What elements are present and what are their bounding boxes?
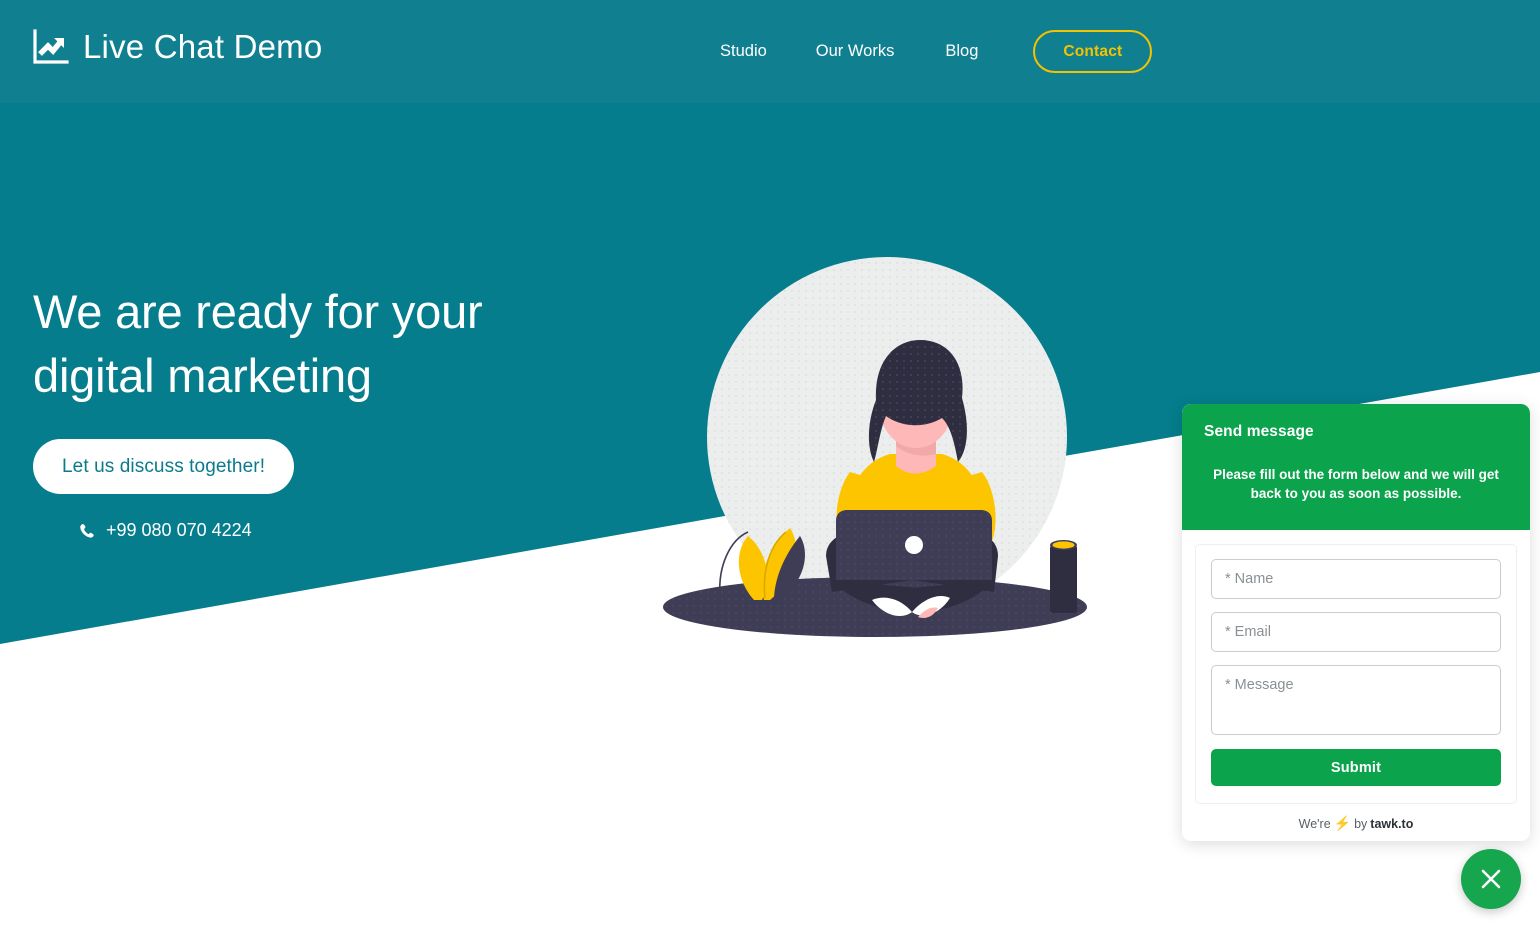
chat-widget-title: Send message xyxy=(1204,423,1314,440)
top-navigation-bar: Live Chat Demo Studio Our Works Blog Con… xyxy=(0,0,1540,103)
phone-icon xyxy=(79,523,95,539)
chat-widget-header: Send message Please fill out the form be… xyxy=(1182,404,1530,530)
chat-widget-footer[interactable]: We're ⚡ by tawk.to xyxy=(1182,815,1530,832)
nav-links: Studio Our Works Blog Contact xyxy=(700,0,1153,103)
message-input[interactable] xyxy=(1211,665,1501,735)
close-icon xyxy=(1477,865,1505,893)
nav-link-our-works[interactable]: Our Works xyxy=(816,42,895,61)
name-input[interactable] xyxy=(1211,559,1501,599)
footer-prefix: We're xyxy=(1298,816,1331,831)
phone-contact[interactable]: +99 080 070 4224 xyxy=(79,520,673,541)
woman-sitting-with-laptop-illustration xyxy=(650,240,1120,640)
page-root: Live Chat Demo Studio Our Works Blog Con… xyxy=(0,0,1540,926)
lightning-bolt-icon: ⚡ xyxy=(1333,815,1352,831)
phone-number: +99 080 070 4224 xyxy=(106,520,252,540)
footer-brand: tawk.to xyxy=(1370,816,1414,831)
nav-link-studio[interactable]: Studio xyxy=(720,42,767,61)
page-title: We are ready for your digital marketing xyxy=(33,280,673,408)
lets-discuss-button[interactable]: Let us discuss together! xyxy=(33,439,295,494)
hero-title-line-1: We are ready for your xyxy=(33,285,483,338)
chat-widget-panel: Send message Please fill out the form be… xyxy=(1182,404,1530,841)
nav-link-blog[interactable]: Blog xyxy=(945,42,978,61)
brand-name: Live Chat Demo xyxy=(83,28,323,65)
line-chart-growth-icon xyxy=(30,27,70,67)
hero-content: We are ready for your digital marketing … xyxy=(33,280,673,541)
chat-widget-subtitle: Please fill out the form below and we wi… xyxy=(1213,467,1499,501)
brand-logo[interactable]: Live Chat Demo xyxy=(30,27,322,67)
email-input[interactable] xyxy=(1211,612,1501,652)
contact-button[interactable]: Contact xyxy=(1033,30,1153,73)
chat-widget-form: Submit xyxy=(1195,544,1517,804)
footer-middle: by xyxy=(1354,816,1368,831)
hero-title-line-2: digital marketing xyxy=(33,349,372,402)
chat-close-button[interactable] xyxy=(1461,849,1521,909)
submit-button[interactable]: Submit xyxy=(1211,749,1501,786)
